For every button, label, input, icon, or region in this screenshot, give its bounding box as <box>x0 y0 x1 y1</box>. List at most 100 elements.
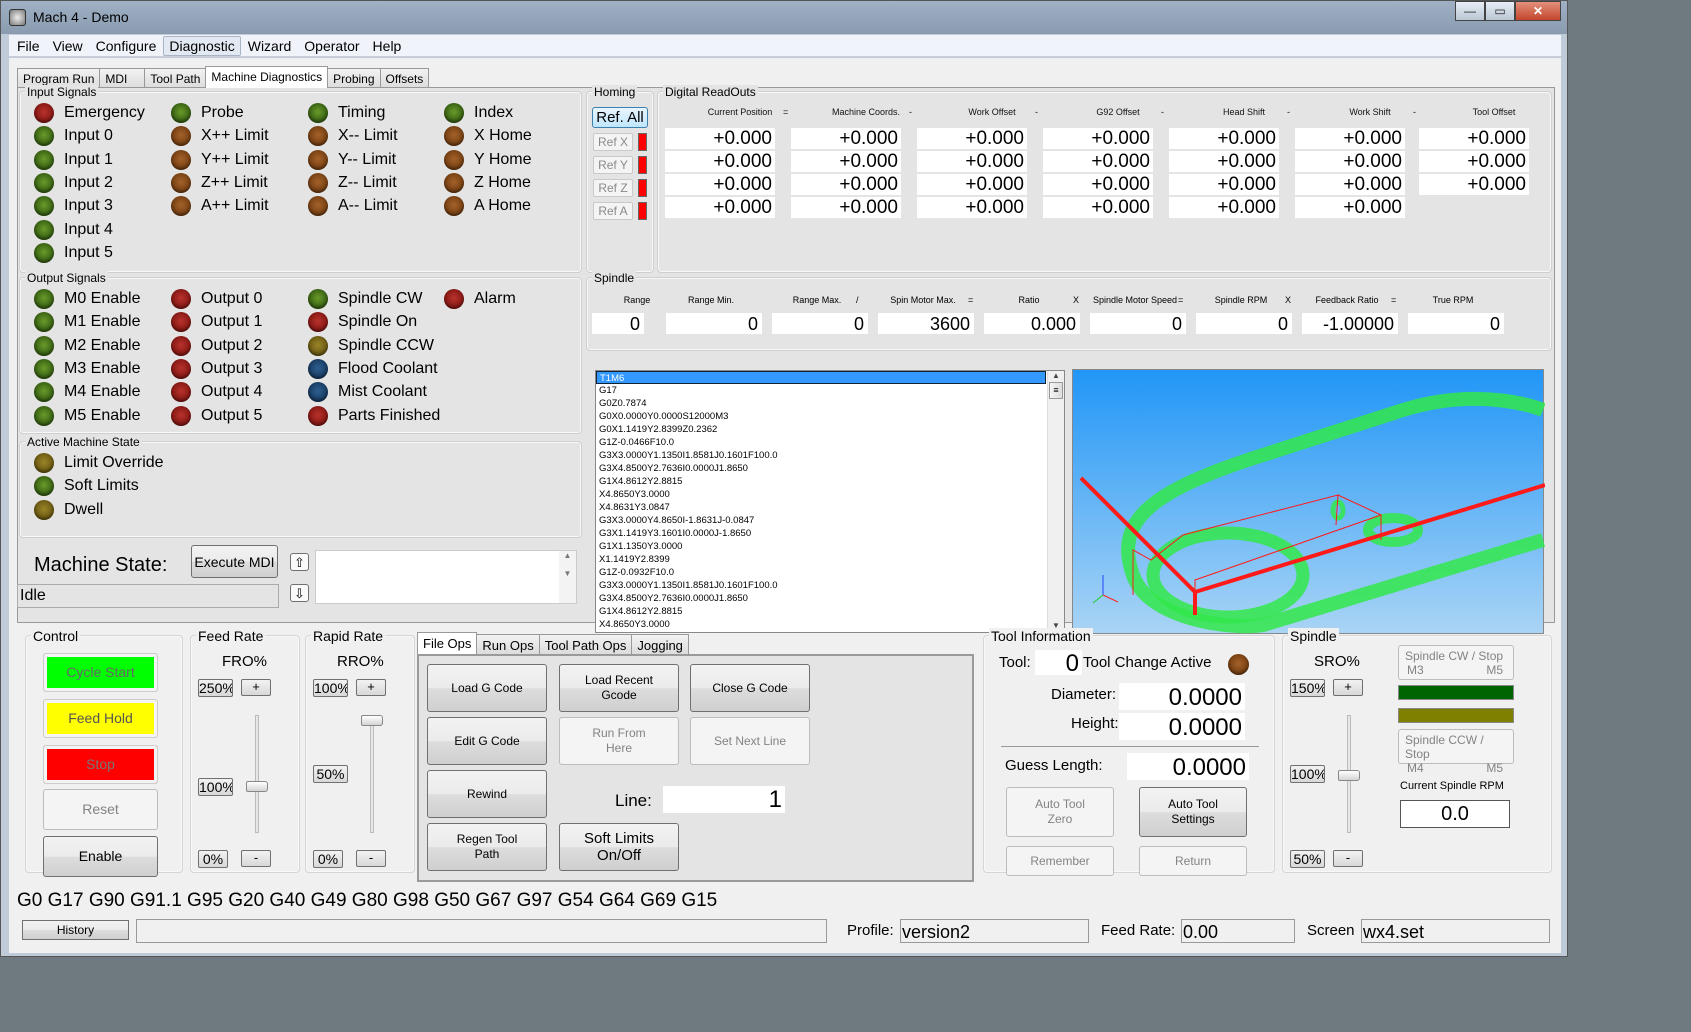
spindle-calc-value-spindle-rpm[interactable]: 0 <box>1196 313 1292 334</box>
stop-button[interactable]: Stop <box>43 745 158 784</box>
dro-y-head-shift[interactable]: +0.000 <box>1169 151 1279 172</box>
dro-x-work-shift[interactable]: +0.000 <box>1295 128 1405 149</box>
spindle-ccw-stop-button[interactable]: Spindle CCW / Stop M4 M5 <box>1398 729 1514 775</box>
mdi-history-down-button[interactable]: ⇩ <box>290 584 309 602</box>
load-gcode-button[interactable]: Load G Code <box>427 664 547 712</box>
ref-all-button[interactable]: Ref. All <box>592 107 648 128</box>
gcode-line[interactable]: G3X3.0000Y1.1350I1.8581J0.1601F100.0 <box>596 449 1064 462</box>
mdi-input[interactable]: ▲ ▼ <box>315 550 577 604</box>
execute-mdi-button[interactable]: Execute MDI <box>191 545 278 578</box>
scroll-thumb[interactable]: ≡ <box>1049 382 1063 399</box>
menu-file[interactable]: File <box>11 36 46 56</box>
tab-jogging[interactable]: Jogging <box>631 634 689 654</box>
dro-a-g92-offset[interactable]: +0.000 <box>1043 197 1153 218</box>
dro-y-machine-coords[interactable]: +0.000 <box>791 151 901 172</box>
dro-a-work-shift[interactable]: +0.000 <box>1295 197 1405 218</box>
spindle-calc-value-range-max[interactable]: 0 <box>772 313 868 334</box>
menu-view[interactable]: View <box>47 36 89 56</box>
dro-z-work-offset[interactable]: +0.000 <box>917 174 1027 195</box>
fro-min-button[interactable]: 0% <box>198 850 228 868</box>
enable-button[interactable]: Enable <box>43 836 158 877</box>
dro-x-current-position[interactable]: +0.000 <box>665 128 775 149</box>
tab-probing[interactable]: Probing <box>327 68 381 88</box>
tab-mdi[interactable]: MDI <box>99 68 146 88</box>
mdi-scrollbar[interactable]: ▲ ▼ <box>559 551 576 603</box>
line-input[interactable]: 1 <box>663 786 785 813</box>
tab-tool-path[interactable]: Tool Path <box>144 68 207 88</box>
tab-offsets[interactable]: Offsets <box>379 68 430 88</box>
sro-plus-button[interactable]: + <box>1333 679 1363 696</box>
sro-minus-button[interactable]: - <box>1333 850 1363 867</box>
auto-tool-zero-button[interactable]: Auto Tool Zero <box>1006 787 1114 837</box>
gcode-line[interactable]: X4.8631Y3.0847 <box>596 501 1064 514</box>
gcode-line[interactable]: G3X4.8500Y2.7636I0.0000J1.8650 <box>596 462 1064 475</box>
dro-z-g92-offset[interactable]: +0.000 <box>1043 174 1153 195</box>
gcode-line[interactable]: G0X1.1419Y2.8399Z0.2362 <box>596 423 1064 436</box>
rro-slider-track[interactable] <box>370 715 374 833</box>
rro-current-button[interactable]: 50% <box>313 765 348 783</box>
spindle-calc-value-range[interactable]: 0 <box>592 313 644 334</box>
feed-hold-button[interactable]: Feed Hold <box>43 699 158 738</box>
auto-tool-settings-button[interactable]: Auto Tool Settings <box>1139 787 1247 837</box>
gcode-line[interactable]: G0Z0.7874 <box>596 397 1064 410</box>
fro-slider-track[interactable] <box>255 715 259 833</box>
ref-a-button[interactable]: Ref A <box>593 202 633 220</box>
rro-plus-button[interactable]: + <box>356 679 386 696</box>
soft-limits-button[interactable]: Soft Limits On/Off <box>559 823 679 871</box>
app-icon[interactable] <box>9 9 26 26</box>
gcode-line[interactable]: G3X3.0000Y4.8650I-1.8631J-0.0847 <box>596 514 1064 527</box>
dro-z-work-shift[interactable]: +0.000 <box>1295 174 1405 195</box>
rro-slider-thumb[interactable] <box>361 715 383 726</box>
menu-configure[interactable]: Configure <box>90 36 163 56</box>
edit-gcode-button[interactable]: Edit G Code <box>427 717 547 765</box>
gcode-line[interactable]: G3X4.8500Y2.7636I0.0000J1.8650 <box>596 592 1064 605</box>
gcode-line[interactable]: G0X0.0000Y0.0000S12000M3 <box>596 410 1064 423</box>
fro-max-button[interactable]: 250% <box>198 679 233 697</box>
fro-slider-thumb[interactable] <box>246 781 268 792</box>
mdi-history-up-button[interactable]: ⇧ <box>290 553 309 571</box>
spindle-calc-value-spindle-motor-speed[interactable]: 0 <box>1090 313 1186 334</box>
rro-minus-button[interactable]: - <box>356 850 386 867</box>
fro-minus-button[interactable]: - <box>241 850 271 867</box>
load-recent-gcode-button[interactable]: Load Recent Gcode <box>559 664 679 712</box>
sro-current-button[interactable]: 100% <box>1290 765 1325 783</box>
menu-diagnostic[interactable]: Diagnostic <box>163 35 241 56</box>
menu-help[interactable]: Help <box>367 36 408 56</box>
regen-tool-path-button[interactable]: Regen Tool Path <box>427 823 547 871</box>
close-gcode-button[interactable]: Close G Code <box>690 664 810 712</box>
close-button[interactable]: ✕ <box>1515 1 1561 21</box>
return-button[interactable]: Return <box>1139 846 1247 876</box>
spindle-calc-value-spin-motor-max[interactable]: 3600 <box>878 313 974 334</box>
tab-machine-diagnostics[interactable]: Machine Diagnostics <box>205 66 329 88</box>
dro-a-head-shift[interactable]: +0.000 <box>1169 197 1279 218</box>
rewind-button[interactable]: Rewind <box>427 770 547 818</box>
gcode-line[interactable]: G1Z-0.0466F10.0 <box>596 436 1064 449</box>
tab-file-ops[interactable]: File Ops <box>417 632 478 654</box>
spindle-calc-value-true-rpm[interactable]: 0 <box>1408 313 1504 334</box>
sro-min-button[interactable]: 50% <box>1290 850 1325 868</box>
gcode-line[interactable]: G17 <box>596 384 1064 397</box>
gcode-line[interactable]: T1M6 <box>596 371 1046 384</box>
cycle-start-button[interactable]: Cycle Start <box>43 653 158 692</box>
ref-y-button[interactable]: Ref Y <box>593 156 633 174</box>
rro-min-button[interactable]: 0% <box>313 850 343 868</box>
gcode-line[interactable]: G3X1.1419Y3.1601I0.0000J-1.8650 <box>596 527 1064 540</box>
gcode-line[interactable]: G1Z-0.0932F10.0 <box>596 566 1064 579</box>
maximize-button[interactable]: ▭ <box>1485 1 1515 21</box>
spindle-calc-value-range-min[interactable]: 0 <box>666 313 762 334</box>
fro-plus-button[interactable]: + <box>241 679 271 696</box>
ref-x-button[interactable]: Ref X <box>593 133 633 151</box>
tab-tool-path-ops[interactable]: Tool Path Ops <box>538 634 633 654</box>
gcode-line[interactable]: G1X4.8612Y2.8815 <box>596 475 1064 488</box>
gcode-scrollbar[interactable]: ▲ ≡ ▼ <box>1047 371 1064 632</box>
dro-y-work-shift[interactable]: +0.000 <box>1295 151 1405 172</box>
reset-button[interactable]: Reset <box>43 789 158 830</box>
dro-x-work-offset[interactable]: +0.000 <box>917 128 1027 149</box>
gcode-line[interactable]: X1.1419Y2.8399 <box>596 553 1064 566</box>
run-from-here-button[interactable]: Run From Here <box>559 717 679 765</box>
dro-z-machine-coords[interactable]: +0.000 <box>791 174 901 195</box>
dro-y-current-position[interactable]: +0.000 <box>665 151 775 172</box>
rro-max-button[interactable]: 100% <box>313 679 348 697</box>
minimize-button[interactable]: — <box>1455 1 1485 21</box>
dro-y-g92-offset[interactable]: +0.000 <box>1043 151 1153 172</box>
